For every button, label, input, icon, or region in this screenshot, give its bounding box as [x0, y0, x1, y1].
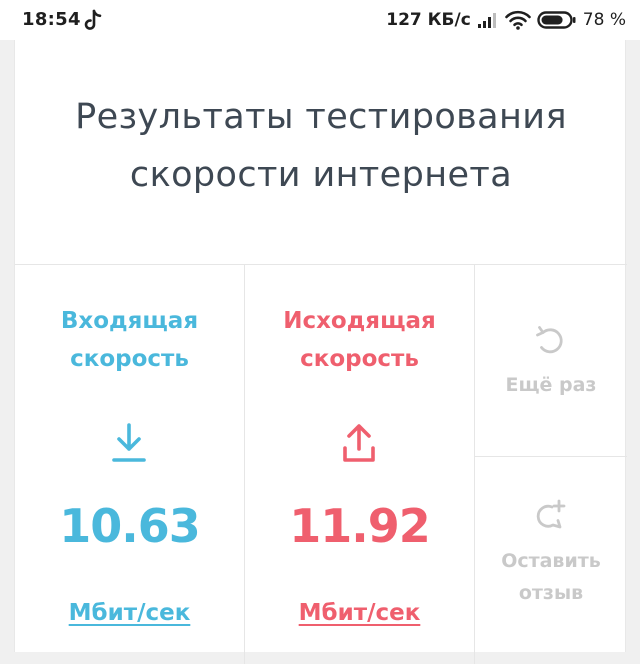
battery-percent: 78 %: [582, 10, 626, 30]
tiktok-note-icon: [84, 9, 102, 30]
upload-speed-panel: Исходящая скорость 11.92 Мбит/сек: [245, 264, 474, 664]
download-speed-value: 10.63: [59, 499, 201, 553]
title-line-1: Результаты тестирования: [75, 97, 567, 137]
feedback-label: Оставить отзыв: [501, 550, 601, 604]
signal-icon: [477, 13, 496, 28]
upload-speed-label: Исходящая скорость: [283, 308, 436, 372]
status-right-group: 127 КБ/с 78 %: [386, 0, 626, 40]
upload-speed-value: 11.92: [289, 499, 431, 553]
download-speed-panel: Входящая скорость 10.63 Мбит/сек: [15, 264, 244, 664]
title-line-2: скорости интернета: [129, 155, 513, 195]
results-card: Результаты тестирования скорости интерне…: [14, 40, 627, 664]
download-speed-label: Входящая скорость: [60, 308, 199, 372]
wifi-icon: [504, 10, 531, 30]
upload-unit-link[interactable]: Мбит/сек: [245, 600, 474, 626]
battery-icon: [537, 11, 576, 29]
retry-button[interactable]: Ещё раз: [475, 265, 627, 456]
upload-icon: [343, 424, 375, 462]
download-unit-link[interactable]: Мбит/сек: [15, 600, 244, 626]
download-icon: [112, 423, 146, 462]
page-title: Результаты тестирования скорости интерне…: [15, 88, 627, 204]
status-bar: 18:54 127 КБ/с 78 %: [0, 0, 640, 40]
network-speed: 127 КБ/с: [386, 10, 471, 30]
leave-feedback-button[interactable]: Оставить отзыв: [475, 457, 627, 657]
retry-label: Ещё раз: [505, 374, 597, 396]
status-time: 18:54: [22, 9, 81, 30]
add-comment-icon: [536, 499, 566, 529]
battery-fill: [541, 15, 563, 25]
refresh-icon: [536, 326, 563, 354]
